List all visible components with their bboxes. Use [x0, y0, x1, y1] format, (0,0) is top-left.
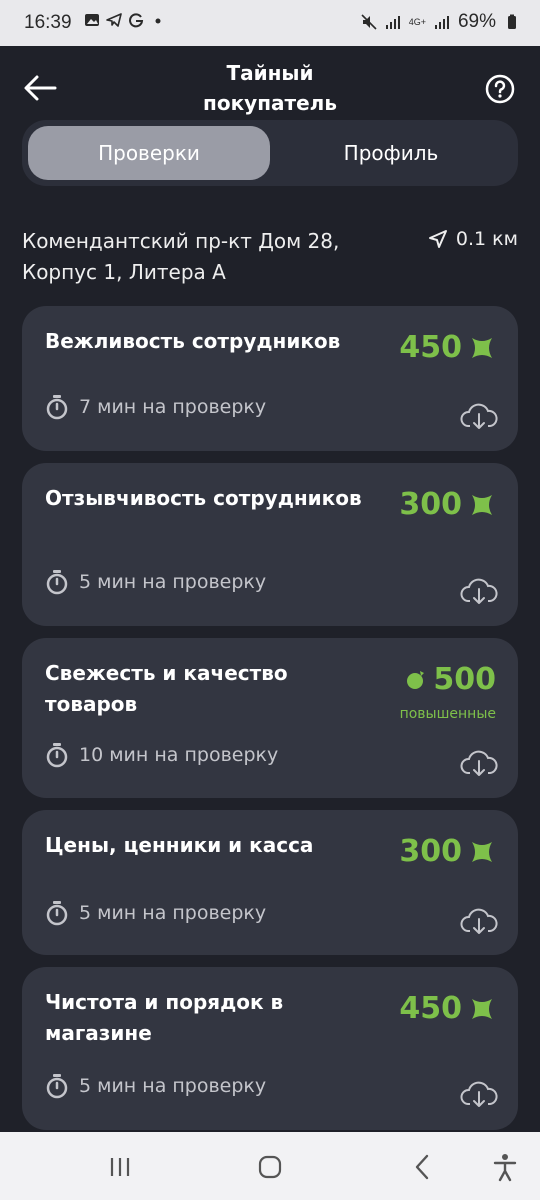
system-nav-bar	[0, 1132, 540, 1200]
task-title: Вежливость сотрудников	[45, 329, 341, 353]
task-duration: 10 мин на проверку	[45, 742, 278, 768]
task-title: Чистота и порядок в магазине	[45, 990, 284, 1045]
stopwatch-icon	[46, 1074, 68, 1099]
duration-text: 7 мин на проверку	[79, 396, 267, 418]
x-coin-icon	[472, 494, 492, 515]
boost-icon	[407, 670, 425, 689]
task-title: Отзывчивость сотрудников	[45, 486, 362, 510]
reward-amount: 450	[399, 991, 462, 1026]
task-card[interactable]: Цены, ценники и касса 300 5 мин на прове…	[22, 810, 518, 955]
reward-amount: 300	[399, 834, 462, 869]
battery-percent: 69%	[457, 11, 496, 32]
reward-note: повышенные	[399, 706, 496, 722]
cloud-download-icon[interactable]	[460, 1079, 498, 1109]
home-icon[interactable]	[255, 1152, 285, 1182]
back-arrow-icon[interactable]	[22, 72, 58, 104]
task-card[interactable]: Вежливость сотрудников 450 7 мин на пров…	[22, 306, 518, 451]
cloud-download-icon[interactable]	[460, 748, 498, 778]
duration-text: 5 мин на проверку	[79, 1075, 267, 1097]
battery-icon	[508, 14, 516, 29]
page-title-line2: покупатель	[203, 91, 337, 115]
cloud-download-icon[interactable]	[460, 576, 498, 606]
task-duration: 5 мин на проверку	[45, 1073, 266, 1099]
reward-amount: 450	[399, 330, 462, 365]
navigation-arrow-icon	[428, 230, 447, 248]
task-duration: 5 мин на проверку	[45, 900, 266, 926]
distance-value: 0.1 км	[455, 228, 518, 250]
system-back-icon[interactable]	[408, 1152, 438, 1182]
signal-icon	[434, 16, 449, 29]
task-card[interactable]: Отзывчивость сотрудников 300 5 мин на пр…	[22, 463, 518, 626]
task-title: Цены, ценники и касса	[45, 833, 314, 857]
tab-bar: Проверки Профиль	[22, 120, 518, 186]
status-bar: 16:39 4G+ 69%	[0, 0, 540, 46]
page-title: Тайный покупатель	[150, 58, 390, 118]
x-coin-icon	[472, 998, 492, 1019]
address-line2: Корпус 1, Литера А	[22, 260, 226, 284]
accessibility-icon[interactable]	[490, 1152, 520, 1182]
status-time: 16:39	[24, 12, 72, 33]
task-title: Свежесть и качество товаров	[45, 661, 288, 716]
task-card[interactable]: Чистота и порядок в магазине 450 5 мин н…	[22, 967, 518, 1130]
stopwatch-icon	[46, 570, 68, 595]
telegram-icon	[106, 13, 122, 27]
stopwatch-icon	[46, 395, 68, 420]
stopwatch-icon	[46, 743, 68, 768]
recent-apps-icon[interactable]	[105, 1152, 135, 1182]
reward-amount: 300	[399, 487, 462, 522]
cloud-download-icon[interactable]	[460, 401, 498, 431]
tab-checks[interactable]: Проверки	[28, 126, 270, 180]
task-duration: 5 мин на проверку	[45, 569, 266, 595]
task-reward: 300	[399, 487, 496, 522]
network-type: 4G+	[408, 16, 426, 27]
task-reward: 450	[399, 991, 496, 1026]
tab-profile[interactable]: Профиль	[270, 126, 512, 180]
help-icon[interactable]	[485, 74, 515, 104]
duration-text: 5 мин на проверку	[79, 902, 267, 924]
reward-amount: 500	[433, 662, 496, 697]
gallery-icon	[85, 14, 99, 26]
duration-text: 5 мин на проверку	[79, 571, 267, 593]
task-duration: 7 мин на проверку	[45, 394, 266, 420]
x-coin-icon	[472, 841, 492, 862]
store-address: Комендантский пр-кт Дом 28, Корпус 1, Ли…	[22, 226, 382, 288]
cloud-download-icon[interactable]	[460, 906, 498, 936]
task-reward: 500	[405, 662, 496, 697]
status-right: 4G+ 69%	[361, 11, 520, 33]
g-icon	[129, 13, 144, 28]
task-reward: 300	[399, 834, 496, 869]
mute-icon	[361, 14, 377, 30]
task-reward: 450	[399, 330, 496, 365]
duration-text: 10 мин на проверку	[79, 744, 279, 766]
address-line1: Комендантский пр-кт Дом 28,	[22, 229, 340, 253]
stopwatch-icon	[46, 901, 68, 926]
notification-icons	[84, 12, 166, 28]
page-title-line1: Тайный	[226, 61, 314, 85]
signal-icon	[385, 16, 400, 29]
task-card[interactable]: Свежесть и качество товаров 500 повышенн…	[22, 638, 518, 798]
x-coin-icon	[472, 337, 492, 358]
dot-icon	[155, 18, 161, 24]
distance: 0.1 км	[428, 228, 518, 250]
